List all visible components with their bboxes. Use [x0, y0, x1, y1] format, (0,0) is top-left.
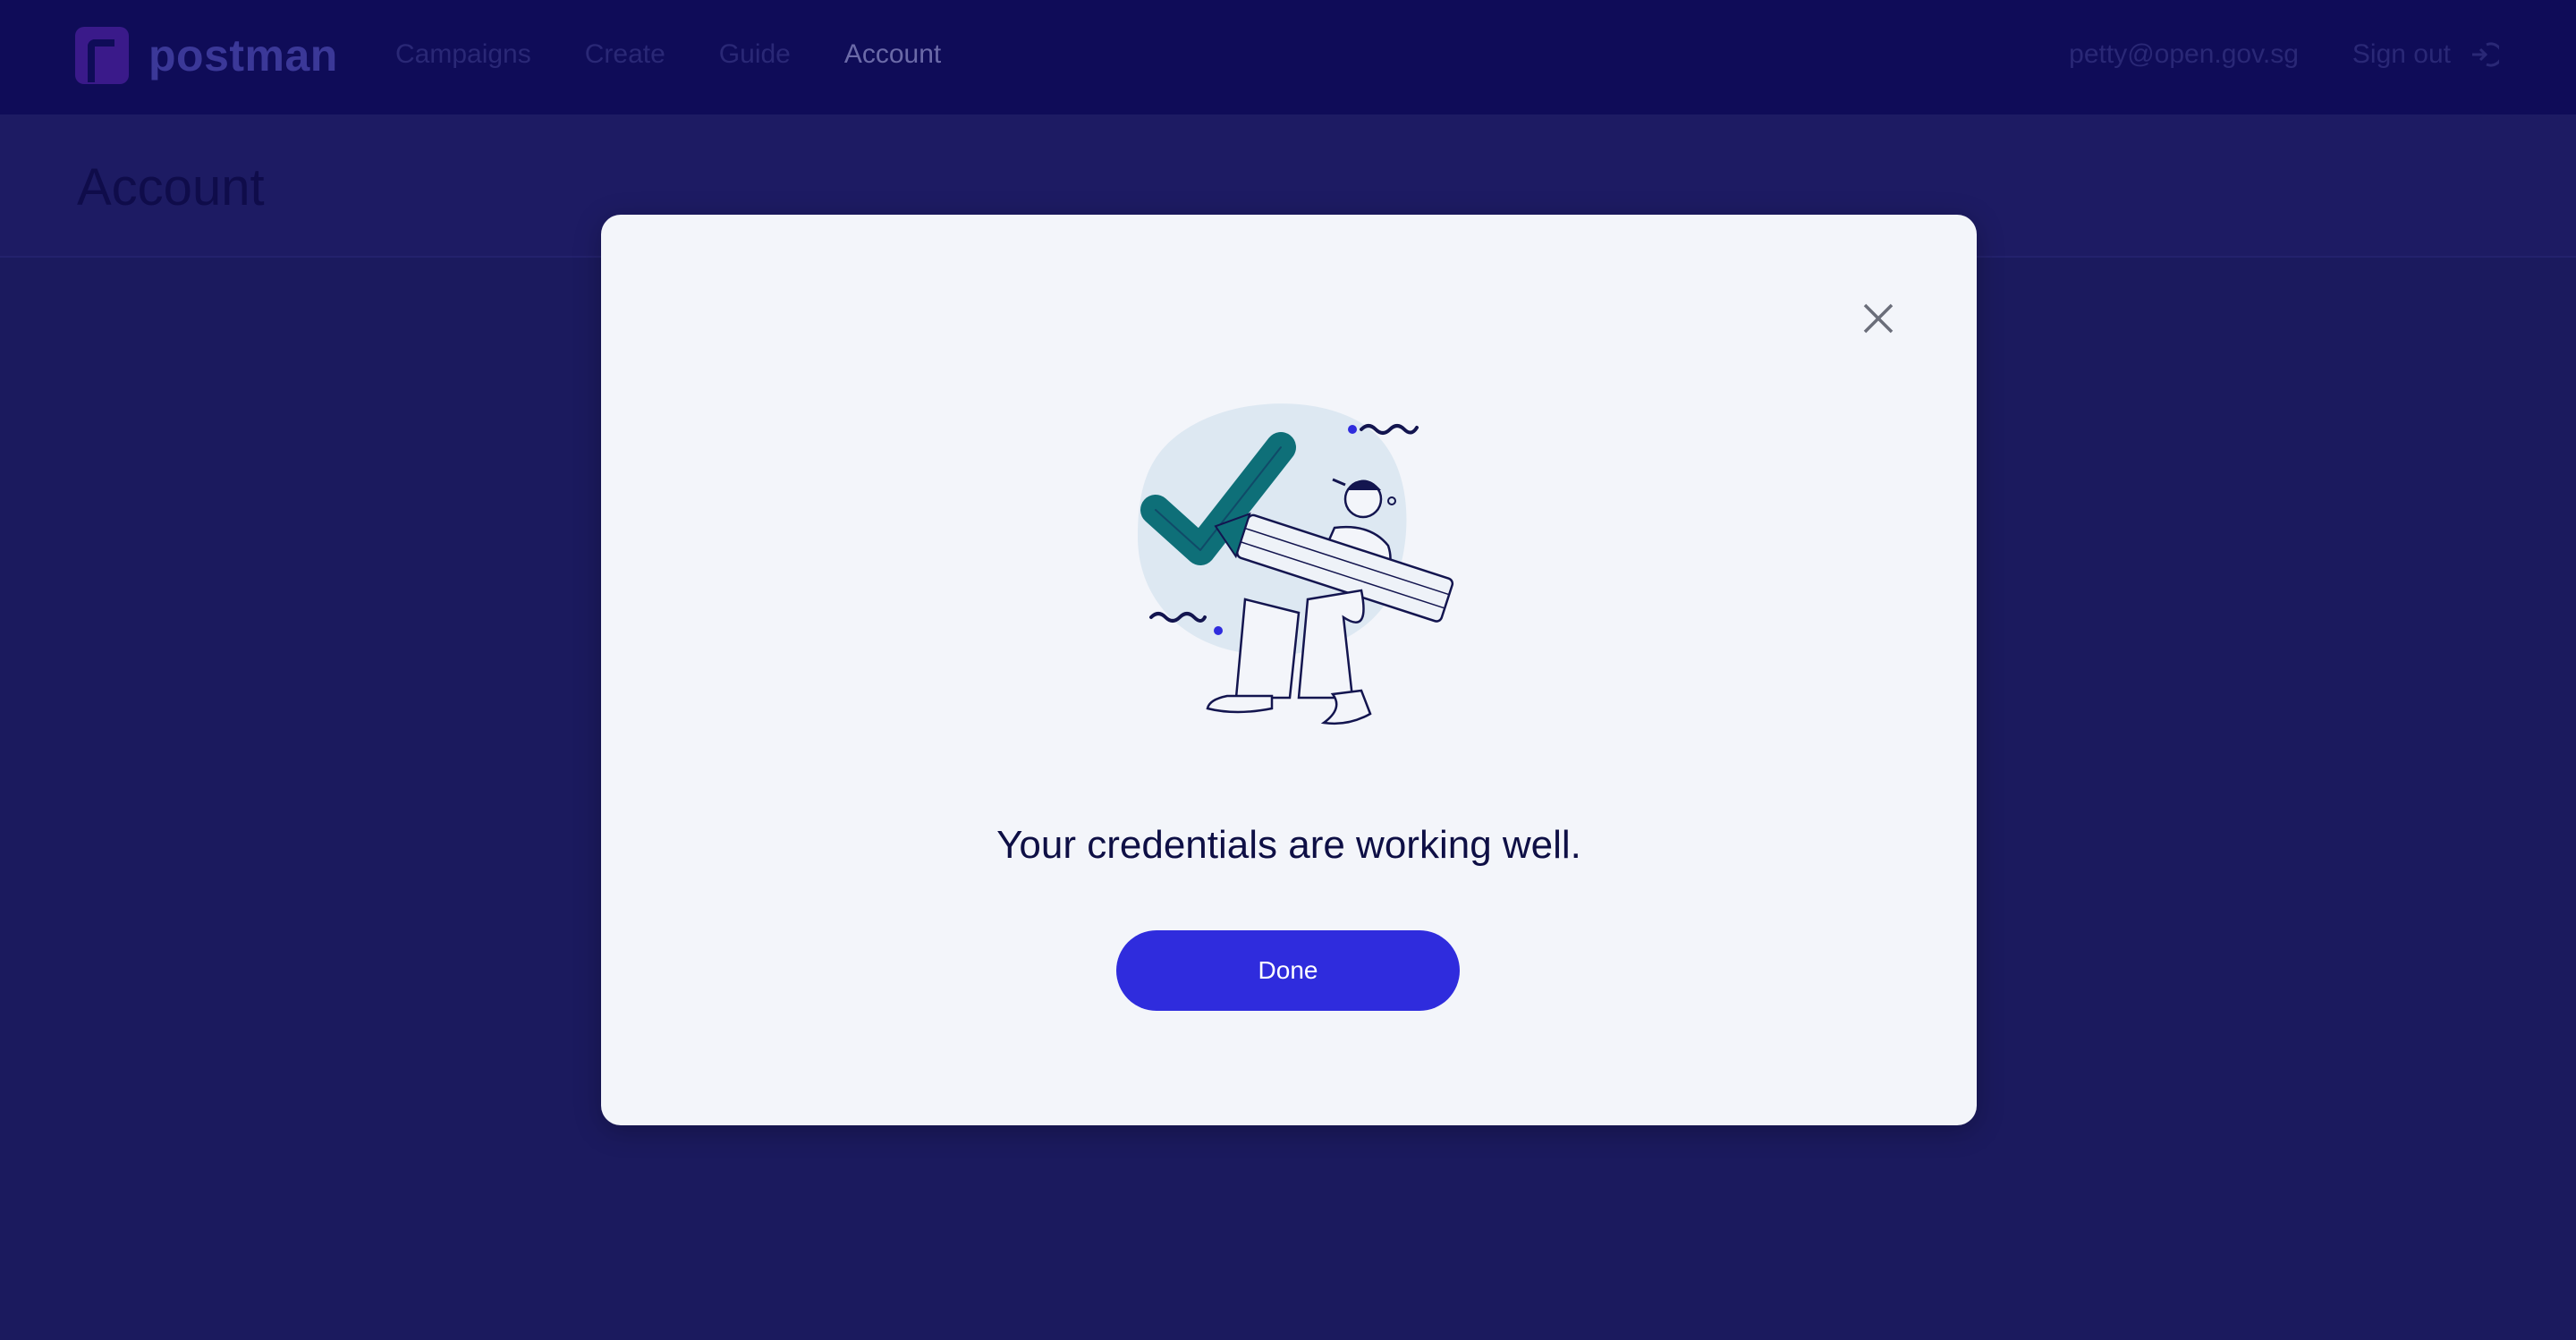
sign-out-label: Sign out [2351, 39, 2451, 69]
logo-text: postman [148, 30, 338, 81]
credentials-success-modal: Your credentials are working well. Done [601, 215, 1977, 1125]
postman-logo-icon [75, 27, 129, 84]
nav-link-campaigns[interactable]: Campaigns [395, 39, 531, 70]
nav-link-guide[interactable]: Guide [719, 39, 791, 70]
main-nav: Campaigns Create Guide Account [395, 39, 941, 70]
success-illustration [1102, 376, 1478, 769]
success-message: Your credentials are working well. [996, 823, 1581, 867]
user-email: petty@open.gov.sg [2069, 39, 2299, 69]
sign-out-icon [2469, 39, 2499, 70]
success-checkmark-person-icon [1138, 403, 1454, 725]
nav-user-area: petty@open.gov.sg Sign out [2069, 39, 2499, 70]
done-button[interactable]: Done [1116, 930, 1460, 1011]
nav-link-account[interactable]: Account [844, 39, 941, 70]
sign-out-link[interactable]: Sign out [2352, 39, 2499, 70]
top-navbar: postman Campaigns Create Guide Account p… [0, 0, 2576, 114]
close-button[interactable] [1853, 293, 1903, 343]
page-title: Account [77, 158, 265, 216]
close-icon [1863, 303, 1894, 334]
nav-link-create[interactable]: Create [585, 39, 665, 70]
postman-logo[interactable]: postman [75, 27, 338, 84]
